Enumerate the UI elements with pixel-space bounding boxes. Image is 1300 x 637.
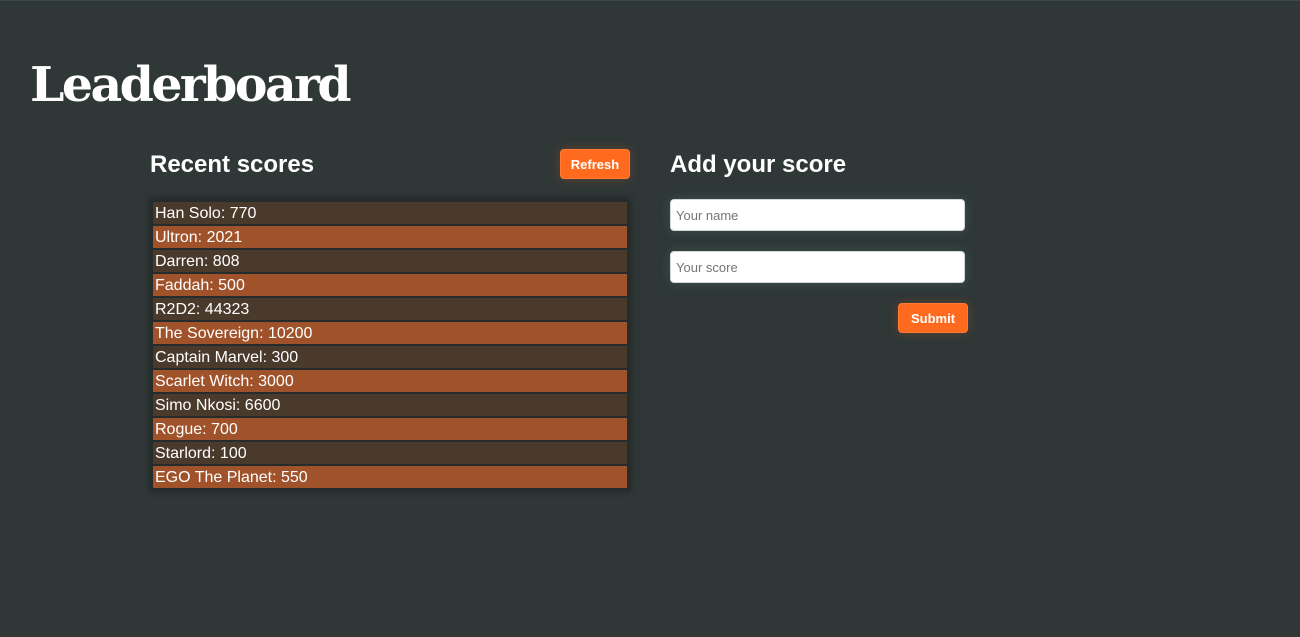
score-item: Rogue: 700: [152, 417, 628, 441]
score-list: Han Solo: 770 Ultron: 2021 Darren: 808 F…: [150, 199, 630, 491]
name-input[interactable]: [670, 199, 965, 231]
score-item: R2D2: 44323: [152, 297, 628, 321]
recent-scores-heading: Recent scores: [150, 151, 315, 178]
score-item: Starlord: 100: [152, 441, 628, 465]
score-item: The Sovereign: 10200: [152, 321, 628, 345]
score-input[interactable]: [670, 251, 965, 283]
score-item: Faddah: 500: [152, 273, 628, 297]
score-item: Simo Nkosi: 6600: [152, 393, 628, 417]
score-item: Captain Marvel: 300: [152, 345, 628, 369]
score-item: Scarlet Witch: 3000: [152, 369, 628, 393]
page-title: Leaderboard: [30, 57, 352, 113]
score-item: Han Solo: 770: [152, 201, 628, 225]
refresh-button[interactable]: Refresh: [560, 149, 630, 179]
score-item: EGO The Planet: 550: [152, 465, 628, 489]
submit-button[interactable]: Submit: [898, 303, 968, 333]
score-item: Darren: 808: [152, 249, 628, 273]
leaderboard-page: Leaderboard Recent scores Refresh Han So…: [0, 0, 1300, 637]
score-item: Ultron: 2021: [152, 225, 628, 249]
add-score-heading: Add your score: [670, 151, 847, 178]
